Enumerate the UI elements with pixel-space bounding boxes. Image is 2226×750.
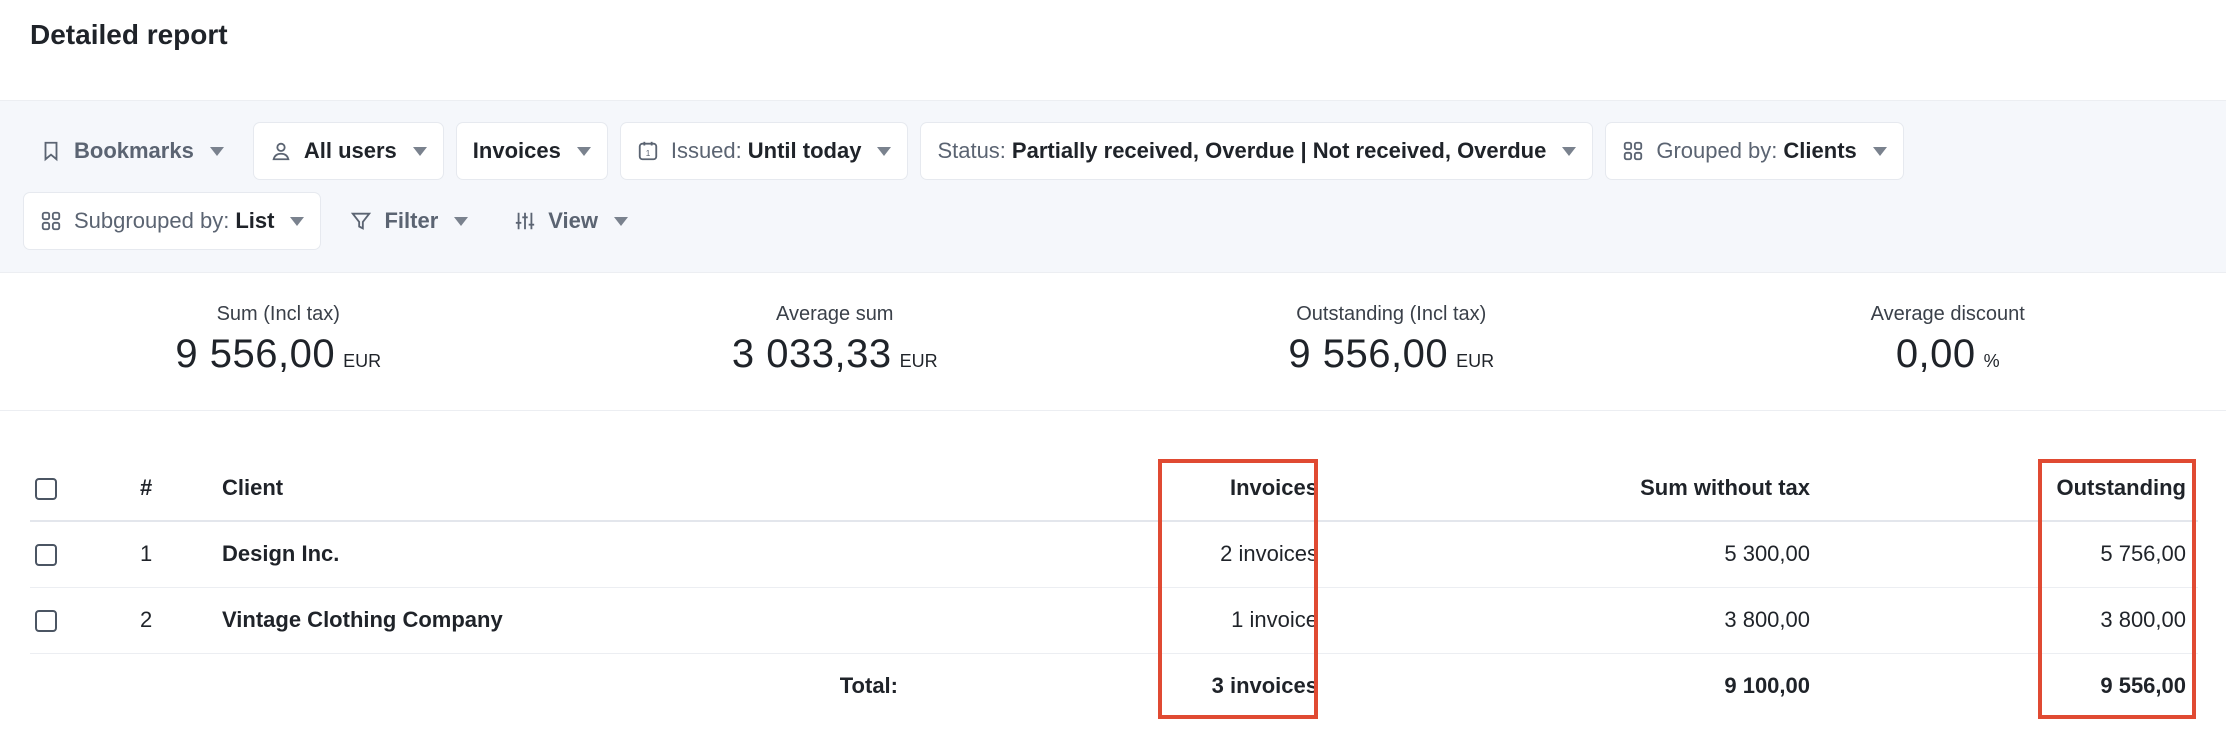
- outstanding-amount: 5 756,00: [2100, 541, 2186, 567]
- stat-value: 0,00%: [1670, 332, 2226, 377]
- grid-icon: [40, 210, 62, 232]
- chevron-down-icon: [1872, 146, 1887, 156]
- row-number: 1: [140, 541, 153, 567]
- status-value: Partially received, Overdue | Not receiv…: [1011, 138, 1547, 163]
- stat-label: Average discount: [1870, 303, 2025, 325]
- client-name[interactable]: Vintage Clothing Company: [210, 587, 910, 653]
- page-header: Detailed report: [0, 0, 2226, 101]
- total-label: Total:: [839, 673, 898, 699]
- calendar-icon: 1: [637, 140, 659, 162]
- filter-bar: Bookmarks All users Invoices 1 Issued: U…: [0, 101, 2226, 273]
- users-label: All users: [303, 138, 397, 163]
- document-type-dropdown[interactable]: Invoices: [456, 123, 607, 179]
- filter-label: Filter: [384, 208, 439, 233]
- total-sum-without-tax: 9 100,00: [1724, 673, 1810, 699]
- stat-sum-incl-tax: Sum (Incl tax) 9 556,00 EUR: [0, 273, 557, 410]
- summary-stats: Sum (Incl tax) 9 556,00 EUR Average sum 3…: [0, 273, 2226, 411]
- stat-average-sum: Average sum 3 033,33 EUR: [557, 273, 1114, 410]
- stat-value: 3 033,33 EUR: [557, 332, 1114, 377]
- row-checkbox[interactable]: [35, 610, 57, 633]
- sliders-icon: [514, 210, 536, 232]
- filter-row-1: Bookmarks All users Invoices 1 Issued: U…: [24, 123, 2202, 179]
- issued-dropdown[interactable]: 1 Issued: Until today: [620, 123, 908, 179]
- sum-without-tax: 5 300,00: [1724, 541, 1810, 567]
- total-invoices: 3 invoices: [1211, 673, 1318, 699]
- stat-value: 9 556,00 EUR: [0, 332, 557, 377]
- stat-number: 0,00: [1895, 332, 1976, 376]
- column-header-client[interactable]: Client: [210, 455, 910, 521]
- total-spacer: [96, 653, 210, 719]
- sum-without-tax: 3 800,00: [1724, 607, 1810, 632]
- grouped-by-label: Grouped by:: [1656, 138, 1778, 163]
- select-all-checkbox[interactable]: [35, 477, 57, 500]
- column-header-invoices[interactable]: Invoices: [910, 455, 1330, 521]
- row-select-cell: [30, 521, 96, 587]
- stat-outstanding-incl-tax: Outstanding (Incl tax) 9 556,00 EUR: [1113, 273, 1670, 410]
- filter-dropdown[interactable]: Filter: [334, 193, 484, 249]
- column-header-outstanding[interactable]: Outstanding: [1822, 455, 2198, 521]
- total-row: Total: 3 invoices 9 100,00 9 556,00: [30, 653, 2198, 719]
- report-table: # Client Invoices Sum without tax Outsta…: [30, 455, 2198, 719]
- stat-unit: EUR: [343, 351, 382, 371]
- issued-value: Until today: [747, 138, 862, 163]
- stat-label: Average sum: [776, 303, 894, 325]
- stat-number: 9 556,00: [175, 332, 336, 376]
- grouped-by-value: Clients: [1783, 138, 1857, 163]
- chevron-down-icon: [209, 146, 224, 156]
- total-spacer: [30, 653, 96, 719]
- stat-label: Outstanding (Incl tax): [1296, 303, 1487, 325]
- view-dropdown[interactable]: View: [498, 193, 644, 249]
- chevron-down-icon: [614, 216, 629, 226]
- stat-unit: EUR: [1456, 351, 1495, 371]
- svg-text:1: 1: [646, 149, 651, 158]
- status-label: Status:: [937, 138, 1006, 163]
- row-number: 2: [140, 607, 153, 632]
- outstanding-amount: 3 800,00: [2100, 607, 2186, 632]
- filter-row-2: Subgrouped by: List Filter View: [24, 193, 2202, 249]
- page-title: Detailed report: [30, 19, 228, 50]
- grouped-by-dropdown[interactable]: Grouped by: Clients: [1606, 123, 1903, 179]
- subgrouped-by-label: Subgrouped by:: [74, 208, 230, 233]
- chevron-down-icon: [454, 216, 469, 226]
- row-select-cell: [30, 587, 96, 653]
- table-row[interactable]: 2 Vintage Clothing Company 1 invoice 3 8…: [30, 587, 2198, 653]
- stat-number: 3 033,33: [731, 332, 892, 376]
- chevron-down-icon: [290, 216, 305, 226]
- subgrouped-by-dropdown[interactable]: Subgrouped by: List: [24, 193, 321, 249]
- stat-number: 9 556,00: [1288, 332, 1449, 376]
- table-row[interactable]: 1 Design Inc. 2 invoices 5 300,00 5 756,…: [30, 521, 2198, 587]
- subgrouped-by-value: List: [235, 208, 275, 233]
- select-all-cell: [30, 455, 96, 521]
- stat-unit: %: [1983, 351, 2000, 371]
- chevron-down-icon: [412, 146, 427, 156]
- funnel-icon: [350, 210, 372, 232]
- bookmarks-label: Bookmarks: [74, 138, 194, 163]
- stat-label: Sum (Incl tax): [216, 303, 340, 325]
- column-header-sum-without-tax[interactable]: Sum without tax: [1330, 455, 1822, 521]
- invoices-count: 2 invoices: [1220, 541, 1318, 567]
- client-name[interactable]: Design Inc.: [210, 521, 910, 587]
- view-label: View: [548, 208, 599, 233]
- issued-label: Issued:: [670, 138, 742, 163]
- invoices-count: 1 invoice: [1231, 607, 1318, 632]
- stat-average-discount: Average discount 0,00%: [1670, 273, 2226, 410]
- status-dropdown[interactable]: Status: Partially received, Overdue | No…: [921, 123, 1593, 179]
- bookmarks-dropdown[interactable]: Bookmarks: [24, 123, 240, 179]
- document-type-label: Invoices: [472, 138, 561, 163]
- stat-unit: EUR: [899, 351, 938, 371]
- chevron-down-icon: [576, 146, 591, 156]
- column-header-number[interactable]: #: [96, 455, 210, 521]
- row-checkbox[interactable]: [35, 544, 57, 567]
- stat-value: 9 556,00 EUR: [1113, 332, 1670, 377]
- table-header-row: # Client Invoices Sum without tax Outsta…: [30, 455, 2198, 521]
- bookmark-icon: [40, 140, 62, 162]
- chevron-down-icon: [877, 146, 892, 156]
- report-table-container: # Client Invoices Sum without tax Outsta…: [30, 455, 2198, 719]
- user-icon: [270, 140, 292, 162]
- grid-icon: [1622, 140, 1644, 162]
- total-outstanding: 9 556,00: [2100, 673, 2186, 699]
- chevron-down-icon: [1562, 146, 1577, 156]
- users-dropdown[interactable]: All users: [253, 123, 443, 179]
